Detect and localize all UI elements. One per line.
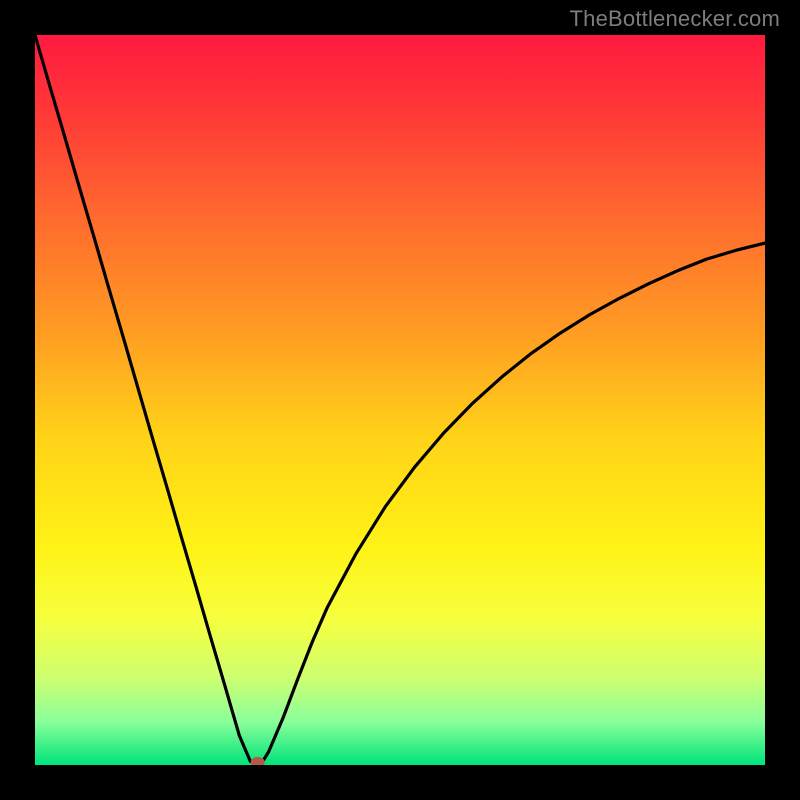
chart-frame: TheBottlenecker.com: [0, 0, 800, 800]
chart-plot: [35, 35, 765, 765]
watermark-text: TheBottlenecker.com: [570, 6, 780, 32]
chart-background: [35, 35, 765, 765]
